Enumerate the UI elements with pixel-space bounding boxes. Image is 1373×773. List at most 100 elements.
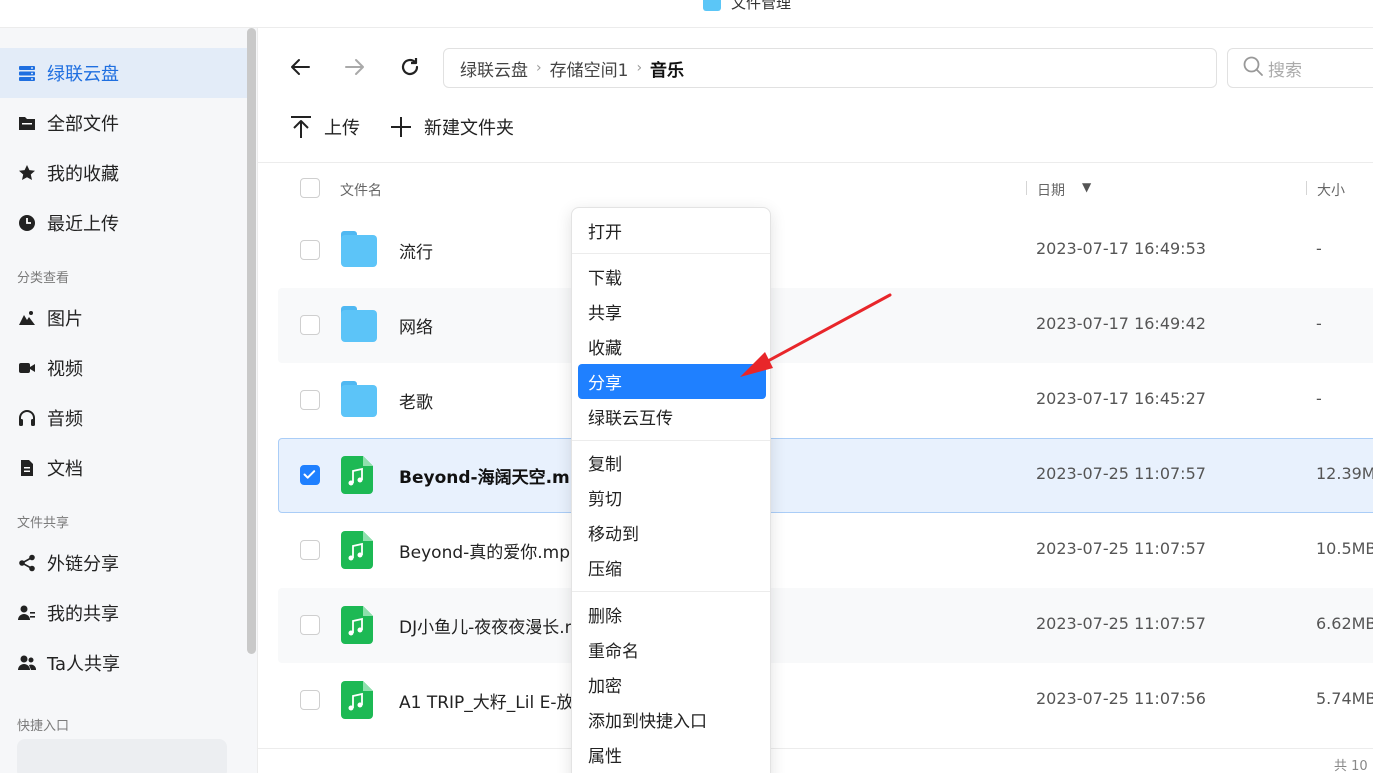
sidebar-item-label: 外链分享 bbox=[47, 554, 119, 575]
select-all-checkbox[interactable] bbox=[300, 178, 320, 198]
header-size[interactable]: 大小 bbox=[1317, 180, 1345, 200]
row-checkbox[interactable] bbox=[300, 615, 320, 635]
quick-access-area[interactable] bbox=[17, 739, 227, 773]
sidebar-item-label: 视频 bbox=[47, 359, 83, 380]
sidebar-item-images[interactable]: 图片 bbox=[0, 293, 247, 343]
file-size: - bbox=[1316, 389, 1322, 408]
file-date: 2023-07-25 11:07:57 bbox=[1036, 464, 1206, 483]
sidebar: 绿联云盘 全部文件 我的收藏 最近上传 分类查看 图片 视频 音频 文档 文件共… bbox=[0, 28, 258, 773]
file-size: 5.74MB bbox=[1316, 689, 1373, 708]
upload-label: 上传 bbox=[324, 118, 360, 139]
menu-item-properties[interactable]: 属性 bbox=[578, 737, 766, 772]
search-input[interactable]: 搜索 bbox=[1227, 48, 1373, 88]
section-title-share: 文件共享 bbox=[17, 516, 70, 531]
sidebar-item-ugreen-cloud[interactable]: 绿联云盘 bbox=[0, 48, 247, 98]
sidebar-item-audio[interactable]: 音频 bbox=[0, 393, 247, 443]
sidebar-item-label: 全部文件 bbox=[47, 114, 119, 135]
forward-button[interactable] bbox=[340, 54, 370, 84]
menu-divider bbox=[572, 591, 770, 592]
sidebar-item-label: 我的共享 bbox=[47, 604, 119, 625]
menu-item-compress[interactable]: 压缩 bbox=[578, 550, 766, 585]
users-icon bbox=[17, 653, 37, 673]
header-name[interactable]: 文件名 bbox=[340, 180, 382, 200]
file-size: 10.5MB bbox=[1316, 539, 1373, 558]
folder-icon bbox=[341, 231, 377, 267]
table-row-selected[interactable]: Beyond-海阔天空.mp3 2023-07-25 11:07:57 12.3… bbox=[278, 438, 1373, 513]
file-date: 2023-07-17 16:45:27 bbox=[1036, 389, 1206, 408]
sidebar-item-recent-uploads[interactable]: 最近上传 bbox=[0, 198, 247, 248]
music-file-icon bbox=[341, 681, 373, 719]
menu-item-add-shortcut[interactable]: 添加到快捷入口 bbox=[578, 702, 766, 737]
header-date[interactable]: 日期 bbox=[1037, 180, 1065, 200]
row-checkbox-checked[interactable] bbox=[300, 465, 320, 485]
row-checkbox[interactable] bbox=[300, 690, 320, 710]
menu-item-open[interactable]: 打开 bbox=[578, 213, 766, 248]
music-file-icon bbox=[341, 456, 373, 494]
row-checkbox[interactable] bbox=[300, 540, 320, 560]
clock-icon bbox=[17, 213, 37, 233]
sidebar-item-documents[interactable]: 文档 bbox=[0, 443, 247, 493]
menu-item-ugreen-transfer[interactable]: 绿联云互传 bbox=[578, 399, 766, 434]
file-date: 2023-07-25 11:07:56 bbox=[1036, 689, 1206, 708]
table-row[interactable]: 流行 2023-07-17 16:49:53 - bbox=[278, 213, 1373, 288]
refresh-icon bbox=[398, 55, 422, 83]
menu-item-cut[interactable]: 剪切 bbox=[578, 480, 766, 515]
row-checkbox[interactable] bbox=[300, 240, 320, 260]
section-title-category: 分类查看 bbox=[17, 271, 70, 286]
item-count: 共 10 bbox=[1334, 759, 1368, 773]
sidebar-item-link-share[interactable]: 外链分享 bbox=[0, 538, 247, 588]
table-row[interactable]: A1 TRIP_大籽_Lil E-放 2023-07-25 11:07:56 5… bbox=[278, 663, 1373, 738]
file-date: 2023-07-17 16:49:53 bbox=[1036, 239, 1206, 258]
file-name: 网络 bbox=[399, 318, 433, 338]
row-checkbox[interactable] bbox=[300, 390, 320, 410]
breadcrumb-current[interactable]: 音乐 bbox=[650, 56, 684, 81]
sidebar-item-videos[interactable]: 视频 bbox=[0, 343, 247, 393]
menu-item-delete[interactable]: 删除 bbox=[578, 597, 766, 632]
breadcrumb-item[interactable]: 绿联云盘 bbox=[460, 56, 528, 81]
back-button[interactable] bbox=[285, 54, 315, 84]
table-header: 文件名 日期 ▼ 大小 bbox=[258, 163, 1373, 213]
user-share-icon bbox=[17, 603, 37, 623]
file-name: DJ小鱼儿-夜夜夜漫长.mp3 bbox=[399, 618, 571, 638]
table-row[interactable]: DJ小鱼儿-夜夜夜漫长.mp3 2023-07-25 11:07:57 6.62… bbox=[278, 588, 1373, 663]
sidebar-scrollbar[interactable] bbox=[247, 28, 256, 654]
column-divider[interactable] bbox=[1306, 181, 1307, 195]
sidebar-item-label: 音频 bbox=[47, 409, 83, 430]
sidebar-item-all-files[interactable]: 全部文件 bbox=[0, 98, 247, 148]
chevron-right-icon: › bbox=[536, 60, 542, 76]
menu-item-encrypt[interactable]: 加密 bbox=[578, 667, 766, 702]
sidebar-item-label: 最近上传 bbox=[47, 214, 119, 235]
menu-item-move-to[interactable]: 移动到 bbox=[578, 515, 766, 550]
new-folder-button[interactable]: 新建文件夹 bbox=[390, 112, 514, 142]
file-date: 2023-07-25 11:07:57 bbox=[1036, 614, 1206, 633]
sort-desc-icon[interactable]: ▼ bbox=[1082, 180, 1091, 194]
arrow-right-icon bbox=[343, 55, 367, 83]
music-file-icon bbox=[341, 531, 373, 569]
menu-item-copy[interactable]: 复制 bbox=[578, 445, 766, 480]
file-name: 流行 bbox=[399, 243, 433, 263]
menu-item-download[interactable]: 下载 bbox=[578, 259, 766, 294]
music-file-icon bbox=[341, 606, 373, 644]
upload-button[interactable]: 上传 bbox=[290, 112, 360, 142]
chevron-right-icon: › bbox=[636, 60, 643, 76]
sidebar-item-favorites[interactable]: 我的收藏 bbox=[0, 148, 247, 198]
folder-icon bbox=[17, 113, 37, 133]
row-checkbox[interactable] bbox=[300, 315, 320, 335]
file-name: A1 TRIP_大籽_Lil E-放 bbox=[399, 693, 571, 713]
breadcrumb-item[interactable]: 存储空间1 bbox=[550, 56, 629, 81]
sidebar-item-others-shares[interactable]: Ta人共享 bbox=[0, 638, 247, 688]
status-bar: 共 10 bbox=[258, 748, 1373, 773]
breadcrumb: 绿联云盘 › 存储空间1 › 音乐 bbox=[443, 48, 1217, 88]
upload-icon bbox=[290, 115, 312, 139]
table-row[interactable]: Beyond-真的爱你.mp3 2023-07-25 11:07:57 10.5… bbox=[278, 513, 1373, 588]
file-size: - bbox=[1316, 239, 1322, 258]
column-divider[interactable] bbox=[1026, 181, 1027, 195]
search-icon bbox=[1242, 55, 1264, 82]
search-placeholder: 搜索 bbox=[1268, 60, 1302, 81]
sidebar-item-my-shares[interactable]: 我的共享 bbox=[0, 588, 247, 638]
file-size: 12.39MB bbox=[1316, 464, 1373, 483]
checkmark-icon bbox=[303, 470, 316, 479]
folder-icon bbox=[341, 381, 377, 417]
menu-item-rename[interactable]: 重命名 bbox=[578, 632, 766, 667]
refresh-button[interactable] bbox=[395, 54, 425, 84]
